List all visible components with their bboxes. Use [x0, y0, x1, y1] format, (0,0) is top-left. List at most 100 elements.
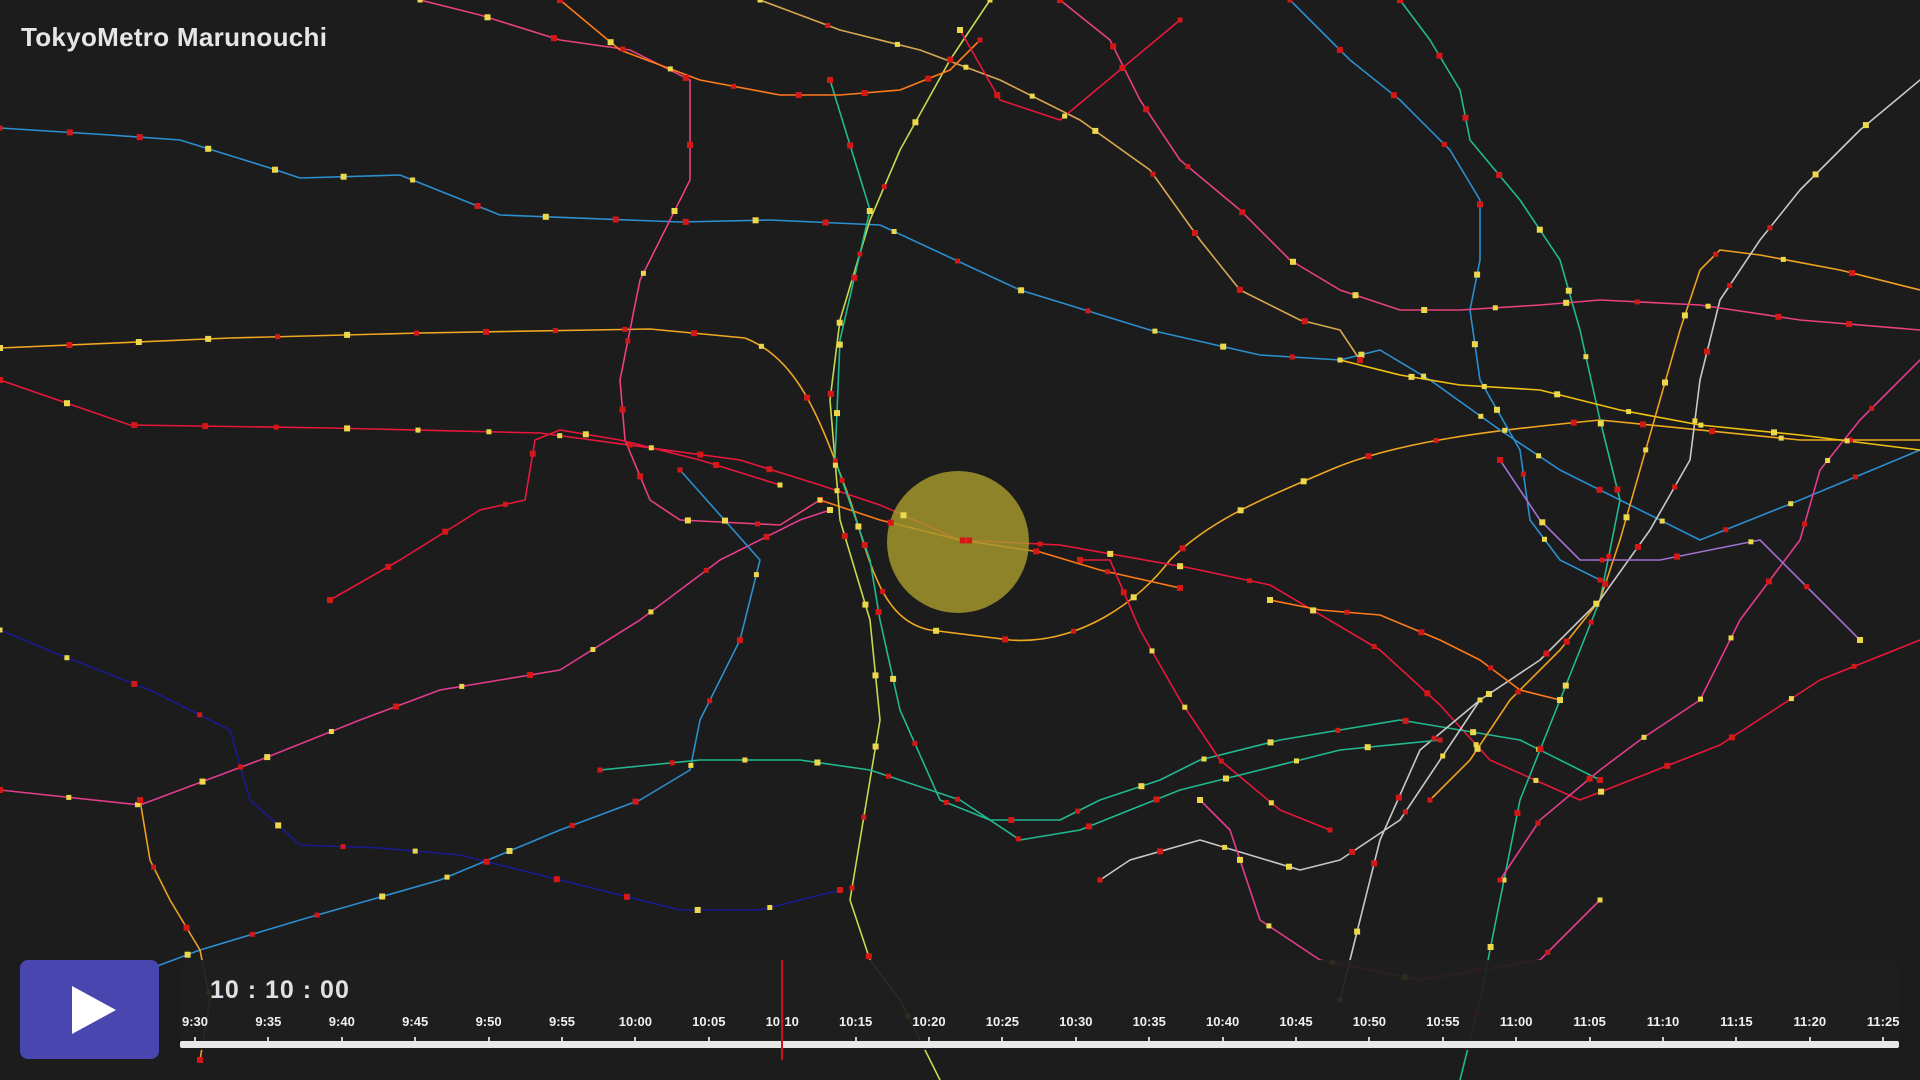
station-marker [1119, 65, 1126, 71]
station-marker [836, 319, 843, 326]
station-marker [872, 672, 879, 679]
station-marker [817, 497, 823, 503]
rail-line [419, 0, 821, 526]
station-marker [667, 66, 673, 72]
station-marker [1723, 527, 1729, 533]
station-marker [955, 796, 960, 802]
station-marker [1336, 46, 1343, 53]
station-marker [1223, 775, 1229, 782]
station-marker [410, 177, 416, 183]
timeline-tick-label: 10:35 [1132, 1014, 1166, 1029]
play-button[interactable] [20, 960, 159, 1059]
station-marker [849, 885, 855, 891]
station-marker [1844, 438, 1850, 444]
timeline-tick-label: 10:30 [1059, 1014, 1093, 1029]
station-marker [1486, 691, 1492, 697]
station-marker [1286, 863, 1292, 870]
station-marker [569, 822, 575, 828]
station-marker [327, 597, 333, 603]
station-marker [1107, 550, 1114, 557]
station-marker [861, 90, 868, 96]
station-marker [887, 519, 894, 526]
station-marker [1626, 409, 1632, 415]
station-marker [66, 794, 72, 800]
timeline-tick-label: 9:50 [475, 1014, 502, 1029]
station-marker [1602, 581, 1609, 587]
timeline-panel[interactable]: 10 : 10 : 00 9:30 9:35 9:40 9:45 9:50 9:55 10:… [180, 960, 1900, 1060]
rail-line [829, 79, 1601, 821]
station-marker [557, 0, 563, 3]
station-marker [837, 887, 843, 893]
station-marker [1236, 286, 1243, 293]
station-marker [1335, 727, 1341, 733]
station-marker [1563, 638, 1570, 645]
station-marker [753, 572, 759, 578]
station-marker [1033, 548, 1040, 555]
railway-map[interactable] [0, 0, 1920, 1080]
station-marker [136, 134, 143, 141]
station-marker [1598, 788, 1605, 795]
station-marker [0, 125, 3, 131]
station-marker [752, 217, 759, 224]
station-marker [620, 46, 626, 52]
timeline-tick-label: 10:40 [1205, 1014, 1240, 1029]
station-marker [502, 501, 508, 507]
station-marker [1433, 438, 1439, 443]
station-marker [273, 424, 279, 430]
train-highlight[interactable] [887, 471, 1029, 613]
station-marker [1477, 697, 1483, 703]
station-marker [758, 343, 764, 349]
station-marker [1462, 114, 1469, 121]
station-marker [1431, 735, 1437, 741]
station-marker [894, 41, 900, 47]
station-marker [131, 680, 138, 687]
station-marker [1018, 287, 1025, 294]
station-marker [1130, 594, 1137, 601]
station-marker [415, 427, 421, 433]
station-marker [1588, 619, 1594, 625]
station-marker [619, 406, 626, 413]
station-marker [183, 924, 190, 931]
station-marker [1436, 52, 1443, 59]
station-marker [379, 893, 386, 900]
station-marker [1623, 514, 1630, 521]
station-marker [1563, 299, 1570, 306]
station-marker [1537, 745, 1544, 752]
station-marker [506, 848, 513, 854]
station-marker [1593, 600, 1600, 607]
station-marker [1092, 127, 1099, 134]
station-marker [1539, 519, 1546, 526]
station-marker [755, 521, 760, 527]
station-marker [1427, 797, 1433, 803]
station-marker [1698, 696, 1703, 702]
station-marker [957, 27, 963, 33]
station-marker [880, 588, 886, 594]
station-marker [1849, 270, 1855, 276]
station-marker [1153, 796, 1160, 803]
station-marker [912, 741, 918, 746]
station-marker [912, 119, 919, 126]
station-marker [682, 74, 689, 81]
timeline-playhead[interactable] [781, 960, 783, 1060]
station-marker [1358, 351, 1365, 358]
timeline-tick-label: 10:15 [838, 1014, 873, 1029]
station-marker [344, 425, 351, 432]
station-marker [1857, 637, 1863, 643]
station-marker [1542, 536, 1547, 542]
station-marker [1643, 447, 1649, 453]
station-marker [1543, 650, 1550, 657]
rail-line [0, 629, 841, 911]
timeline-tick-label: 9:30 [181, 1014, 209, 1029]
station-marker [624, 893, 630, 900]
station-marker [1402, 809, 1408, 815]
station-marker [1775, 313, 1782, 320]
timeline-tick-label: 11:20 [1793, 1014, 1827, 1029]
station-marker [0, 627, 3, 633]
station-marker [412, 848, 418, 854]
station-marker [994, 92, 1001, 99]
rail-line [1339, 79, 1920, 1001]
timeline-track[interactable] [180, 1041, 1899, 1048]
station-marker [1421, 307, 1428, 313]
timeline-tick-label: 10:00 [618, 1014, 653, 1029]
station-marker [736, 637, 743, 644]
